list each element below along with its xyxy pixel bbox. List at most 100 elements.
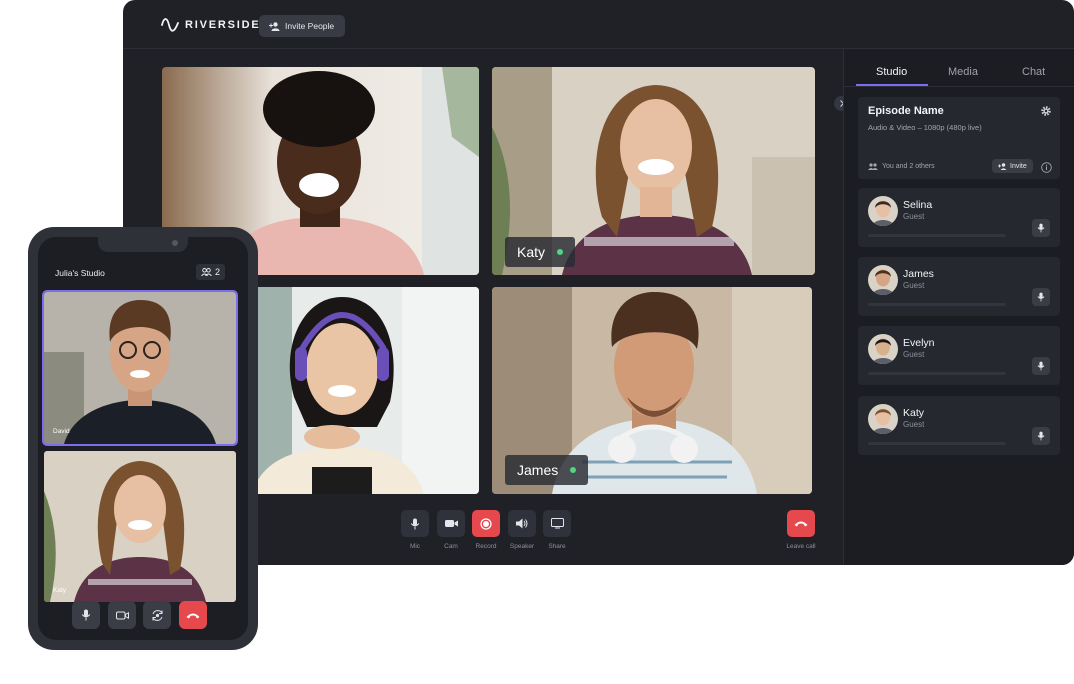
guest-card: Katy Guest xyxy=(858,396,1060,455)
audio-level-meter xyxy=(868,372,1006,375)
guest-mic-button[interactable] xyxy=(1032,357,1050,375)
episode-title: Episode Name xyxy=(868,105,944,117)
participant-name: Katy xyxy=(517,244,546,260)
guest-role: Guest xyxy=(903,281,925,290)
add-user-icon xyxy=(269,21,280,31)
mobile-leave-call-button[interactable] xyxy=(179,601,207,629)
avatar xyxy=(868,196,898,226)
invite-people-button[interactable]: Invite People xyxy=(259,15,346,37)
camera-icon xyxy=(444,520,458,527)
avatar xyxy=(868,265,898,295)
episode-invite-button[interactable]: Invite xyxy=(992,159,1033,173)
add-user-icon xyxy=(998,162,1007,170)
camera-icon xyxy=(115,611,129,619)
share-control[interactable]: Share xyxy=(543,510,571,550)
microphone-icon xyxy=(81,609,91,621)
flip-camera-icon xyxy=(152,609,162,621)
guest-role: Guest xyxy=(903,212,925,221)
video-tile-4[interactable]: James xyxy=(492,287,812,494)
audio-level-meter xyxy=(868,303,1006,306)
participant-video xyxy=(44,292,236,444)
people-icon xyxy=(201,268,212,276)
guest-name: Evelyn xyxy=(903,337,935,349)
guest-name: Selina xyxy=(903,199,933,211)
mobile-mic-button[interactable] xyxy=(72,601,100,629)
guest-role: Guest xyxy=(903,420,925,429)
share-label: Share xyxy=(548,543,566,550)
mobile-video-tile-1[interactable]: David xyxy=(42,290,238,446)
brand-name: RIVERSIDE xyxy=(185,19,261,31)
guest-name: Katy xyxy=(903,407,925,419)
share-button[interactable] xyxy=(543,510,571,537)
wave-logo-icon xyxy=(161,18,179,32)
speaker-button[interactable] xyxy=(508,510,536,537)
guest-card: Evelyn Guest xyxy=(858,326,1060,385)
top-bar: RIVERSIDE Invite People xyxy=(123,0,1074,49)
screen-share-icon xyxy=(550,518,564,529)
speaker-icon xyxy=(516,518,528,529)
avatar xyxy=(868,404,898,434)
microphone-icon xyxy=(1037,223,1045,233)
participant-name-tag: James xyxy=(505,455,589,485)
guest-mic-button[interactable] xyxy=(1032,427,1050,445)
info-icon[interactable] xyxy=(1041,160,1052,178)
studio-side-panel: Studio Media Chat Episode Name Audio & V… xyxy=(843,49,1074,565)
mobile-flip-camera-button[interactable] xyxy=(143,601,171,629)
guest-role: Guest xyxy=(903,350,925,359)
gear-icon[interactable] xyxy=(1040,104,1052,122)
mic-button[interactable] xyxy=(401,510,429,537)
speaking-indicator xyxy=(557,249,564,255)
mobile-video-tile-2[interactable]: Katy xyxy=(44,451,236,602)
cam-control[interactable]: Cam xyxy=(437,510,465,550)
participant-name-tag: Katy xyxy=(505,237,576,267)
episode-participants: You and 2 others xyxy=(868,163,935,170)
mobile-participant-name: David xyxy=(53,428,70,435)
mobile-cam-button[interactable] xyxy=(108,601,136,629)
guest-name: James xyxy=(903,268,934,280)
avatar xyxy=(868,334,898,364)
participant-name: James xyxy=(517,462,559,478)
guest-mic-button[interactable] xyxy=(1032,288,1050,306)
mobile-participant-name: Katy xyxy=(53,587,67,594)
mobile-device: Julia's Studio 2 David Katy xyxy=(28,227,258,650)
episode-quality: Audio & Video – 1080p (480p live) xyxy=(868,123,982,132)
mobile-screen: Julia's Studio 2 David Katy xyxy=(38,237,248,640)
cam-button[interactable] xyxy=(437,510,465,537)
video-tile-2[interactable]: Katy xyxy=(492,67,815,275)
microphone-icon xyxy=(410,518,420,529)
participants-text: You and 2 others xyxy=(882,163,935,170)
mobile-studio-title: Julia's Studio xyxy=(55,268,105,278)
microphone-icon xyxy=(1037,431,1045,441)
invite-people-label: Invite People xyxy=(285,21,335,31)
record-icon xyxy=(480,517,492,530)
speaker-control[interactable]: Speaker xyxy=(508,510,536,550)
record-control[interactable]: Record xyxy=(472,510,500,550)
episode-card: Episode Name Audio & Video – 1080p (480p… xyxy=(858,97,1060,179)
front-camera xyxy=(172,240,178,246)
microphone-icon xyxy=(1037,361,1045,371)
guest-card: James Guest xyxy=(858,257,1060,316)
riverside-logo: RIVERSIDE xyxy=(161,18,261,32)
studio-window: RIVERSIDE Invite People Katy James Mic C… xyxy=(123,0,1074,565)
microphone-icon xyxy=(1037,292,1045,302)
tab-chat[interactable]: Chat xyxy=(1022,66,1045,78)
leave-control[interactable]: Leave call xyxy=(786,510,816,550)
invite-label: Invite xyxy=(1010,162,1027,170)
hang-up-icon xyxy=(186,613,200,618)
people-icon xyxy=(868,163,878,170)
guest-card: Selina Guest xyxy=(858,188,1060,247)
panel-tabs: Studio Media Chat xyxy=(844,49,1074,87)
guest-mic-button[interactable] xyxy=(1032,219,1050,237)
leave-call-button[interactable] xyxy=(787,510,815,537)
hang-up-icon xyxy=(794,521,808,527)
participant-count-badge[interactable]: 2 xyxy=(196,264,226,280)
record-button[interactable] xyxy=(472,510,500,537)
tab-studio[interactable]: Studio xyxy=(876,66,907,78)
mic-control[interactable]: Mic xyxy=(401,510,429,550)
leave-call-label: Leave call xyxy=(786,543,816,550)
speaking-indicator xyxy=(570,467,577,473)
tab-media[interactable]: Media xyxy=(948,66,978,78)
audio-level-meter xyxy=(868,442,1006,445)
participant-count: 2 xyxy=(215,267,221,277)
audio-level-meter xyxy=(868,234,1006,237)
